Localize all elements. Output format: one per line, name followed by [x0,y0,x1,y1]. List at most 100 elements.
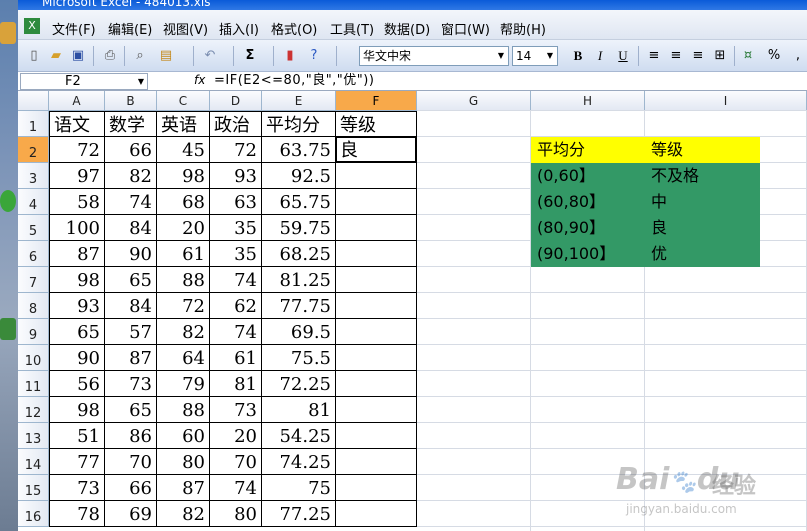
header-cell[interactable]: 数学 [105,111,157,137]
data-cell[interactable]: 82 [157,501,210,527]
column-header-d[interactable]: D [210,91,262,111]
row-header-13[interactable]: 13 [18,423,49,449]
data-cell[interactable] [336,345,417,371]
autosum-icon[interactable]: Σ [242,48,258,64]
data-cell[interactable]: 73 [105,371,157,397]
currency-icon[interactable]: ¤ [740,48,756,64]
data-cell[interactable]: 80 [210,501,262,527]
row-header-16[interactable]: 16 [18,501,49,527]
comma-icon[interactable]: , [790,48,806,64]
header-cell[interactable]: 等级 [336,111,417,137]
row-header-15[interactable]: 15 [18,475,49,501]
data-cell[interactable]: 74 [210,319,262,345]
row-header-2[interactable]: 2 [18,137,49,163]
data-cell[interactable]: 80 [157,449,210,475]
data-cell[interactable]: 73 [210,397,262,423]
data-cell[interactable]: 69 [105,501,157,527]
formula-input[interactable]: =IF(E2<=80,"良","优")) [214,73,374,89]
data-cell[interactable]: 73 [49,475,105,501]
column-header-h[interactable]: H [531,91,645,111]
fx-icon[interactable]: fx [194,73,205,87]
data-cell[interactable] [336,475,417,501]
data-cell[interactable]: 84 [105,215,157,241]
chevron-down-icon[interactable]: ▼ [138,74,144,89]
legend-header-cell[interactable]: 平均分 [531,137,645,163]
data-cell[interactable] [336,215,417,241]
save-icon[interactable]: ▣ [70,48,86,64]
data-cell[interactable] [336,189,417,215]
data-cell[interactable]: 77 [49,449,105,475]
chevron-down-icon[interactable]: ▼ [494,47,508,65]
data-cell[interactable]: 54.25 [262,423,336,449]
header-cell[interactable]: 平均分 [262,111,336,137]
menu-insert[interactable]: 插入(I) [219,19,259,38]
data-cell[interactable]: 98 [49,397,105,423]
data-cell[interactable]: 93 [210,163,262,189]
row-header-6[interactable]: 6 [18,241,49,267]
data-cell[interactable]: 68.25 [262,241,336,267]
data-cell[interactable]: 66 [105,475,157,501]
data-cell[interactable] [336,319,417,345]
row-header-4[interactable]: 4 [18,189,49,215]
data-cell[interactable]: 74 [105,189,157,215]
menu-tools[interactable]: 工具(T) [330,19,374,38]
data-cell[interactable]: 61 [157,241,210,267]
row-header-7[interactable]: 7 [18,267,49,293]
desktop-icon[interactable] [0,190,16,212]
data-cell[interactable]: 20 [210,423,262,449]
data-cell[interactable]: 90 [105,241,157,267]
underline-button[interactable]: U [615,48,631,64]
data-cell[interactable] [336,449,417,475]
align-left-icon[interactable]: ≡ [646,48,662,64]
row-header-10[interactable]: 10 [18,345,49,371]
data-cell[interactable]: 92.5 [262,163,336,189]
data-cell[interactable]: 74 [210,267,262,293]
data-cell[interactable]: 60 [157,423,210,449]
data-cell[interactable]: 35 [210,241,262,267]
data-cell[interactable]: 74.25 [262,449,336,475]
desktop-icon[interactable] [0,318,16,340]
excel-app-icon[interactable]: X [24,18,40,34]
data-cell[interactable]: 87 [157,475,210,501]
column-header-e[interactable]: E [262,91,336,111]
data-cell[interactable]: 58 [49,189,105,215]
data-cell[interactable]: 65.75 [262,189,336,215]
data-cell[interactable] [336,163,417,189]
column-header-g[interactable]: G [417,91,531,111]
merge-center-icon[interactable]: ⊞ [712,48,728,64]
data-cell[interactable]: 77.25 [262,501,336,527]
data-cell[interactable]: 70 [105,449,157,475]
font-name-select[interactable]: 华文中宋 ▼ [359,46,509,66]
data-cell[interactable] [336,397,417,423]
data-cell[interactable]: 56 [49,371,105,397]
data-cell[interactable]: 59.75 [262,215,336,241]
data-cell[interactable]: 64 [157,345,210,371]
undo-icon[interactable]: ↶ [202,48,218,64]
paste-icon[interactable]: ▤ [158,48,174,64]
data-cell[interactable]: 93 [49,293,105,319]
data-cell[interactable]: 77.75 [262,293,336,319]
new-icon[interactable]: ▯ [26,48,42,64]
data-cell[interactable] [336,293,417,319]
column-header-c[interactable]: C [157,91,210,111]
data-cell[interactable]: 81 [210,371,262,397]
header-cell[interactable]: 英语 [157,111,210,137]
name-box[interactable]: F2 ▼ [20,73,148,90]
data-cell[interactable]: 35 [210,215,262,241]
data-cell[interactable]: 82 [105,163,157,189]
data-cell[interactable]: 88 [157,267,210,293]
data-cell[interactable]: 20 [157,215,210,241]
legend-range-cell[interactable]: (0,60】 [531,163,645,189]
data-cell[interactable]: 72 [157,293,210,319]
data-cell[interactable]: 65 [105,267,157,293]
data-cell[interactable]: 75 [262,475,336,501]
preview-icon[interactable]: ⌕ [132,48,148,64]
row-header-12[interactable]: 12 [18,397,49,423]
column-header-i[interactable]: I [645,91,807,111]
data-cell[interactable]: 72 [210,137,262,163]
menu-window[interactable]: 窗口(W) [441,19,490,38]
legend-range-cell[interactable]: (90,100】 [531,241,645,267]
data-cell[interactable] [336,371,417,397]
row-header-3[interactable]: 3 [18,163,49,189]
data-cell[interactable]: 65 [49,319,105,345]
